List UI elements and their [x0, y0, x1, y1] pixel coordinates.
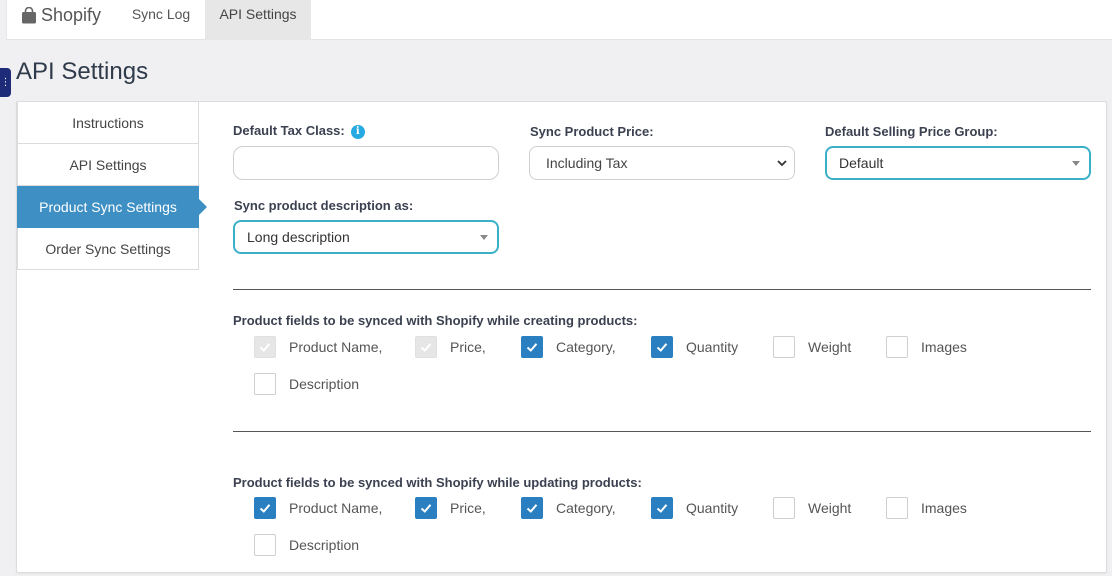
top-navbar: Shopify Sync Log API Settings: [6, 0, 1112, 40]
checkbox-row[interactable]: Price,: [415, 497, 486, 519]
check-icon: [420, 343, 432, 352]
checkbox-row[interactable]: Category,: [521, 336, 616, 358]
check-icon: [259, 504, 271, 513]
sidebar-toggle-button[interactable]: ⋮: [0, 68, 11, 97]
menu-icon: ⋮: [0, 77, 11, 88]
checkbox[interactable]: [651, 497, 673, 519]
brand-label: Shopify: [41, 4, 102, 25]
check-icon: [526, 504, 538, 513]
checkbox-label: Price,: [450, 500, 486, 516]
checkbox-label: Product Name,: [289, 500, 383, 516]
checkbox[interactable]: [254, 373, 276, 395]
checkbox-label: Description: [289, 537, 360, 553]
tax-class-label: Default Tax Class:: [233, 123, 345, 138]
checkbox[interactable]: [521, 497, 543, 519]
vtab-instructions[interactable]: Instructions: [17, 102, 199, 144]
checkbox-row[interactable]: Description: [254, 534, 359, 556]
description-value: Long description: [247, 229, 350, 245]
tab-api-settings[interactable]: API Settings: [205, 0, 311, 40]
checkbox: [415, 336, 437, 358]
check-icon: [259, 343, 271, 352]
checkbox-label: Quantity: [686, 500, 739, 516]
checkbox-row[interactable]: Quantity: [651, 336, 738, 358]
checkbox-row[interactable]: Quantity: [651, 497, 738, 519]
caret-down-icon: [1072, 161, 1080, 166]
checkbox[interactable]: [773, 336, 795, 358]
shopping-bag-icon: [22, 6, 36, 23]
settings-card: Instructions API Settings Product Sync S…: [16, 101, 1107, 573]
checkbox-label: Description: [289, 376, 360, 392]
sync-price-label: Sync Product Price:: [530, 124, 654, 139]
info-icon[interactable]: i: [350, 125, 365, 139]
checkbox-label: Product Name,: [289, 339, 383, 355]
vtab-product-sync-settings[interactable]: Product Sync Settings: [17, 186, 207, 228]
update-fields-heading: Product fields to be synced with Shopify…: [233, 475, 642, 490]
brand[interactable]: Shopify: [21, 0, 101, 30]
checkbox: [254, 336, 276, 358]
checkbox-label: Category,: [556, 500, 616, 516]
checkbox[interactable]: [773, 497, 795, 519]
check-icon: [420, 504, 432, 513]
tax-class-input[interactable]: [233, 146, 499, 180]
vtab-order-sync-settings[interactable]: Order Sync Settings: [17, 228, 199, 270]
checkbox-row[interactable]: Images: [886, 497, 967, 519]
checkbox-label: Images: [921, 339, 967, 355]
checkbox[interactable]: [651, 336, 673, 358]
price-group-label: Default Selling Price Group:: [825, 124, 998, 139]
check-icon: [656, 343, 668, 352]
vertical-tabs: Instructions API Settings Product Sync S…: [17, 102, 207, 270]
checkbox[interactable]: [886, 497, 908, 519]
check-icon: [656, 504, 668, 513]
checkbox-row[interactable]: Weight: [773, 336, 851, 358]
price-group-select[interactable]: Default: [825, 146, 1091, 180]
checkbox-label: Quantity: [686, 339, 739, 355]
checkbox-row[interactable]: Price,: [415, 336, 486, 358]
caret-down-icon: [480, 235, 488, 240]
checkbox-row[interactable]: Category,: [521, 497, 616, 519]
checkbox[interactable]: [254, 534, 276, 556]
checkbox-row[interactable]: Product Name,: [254, 336, 382, 358]
checkbox-row[interactable]: Weight: [773, 497, 851, 519]
sync-price-value: Including Tax: [546, 155, 628, 171]
checkbox-label: Images: [921, 500, 967, 516]
checkbox-row[interactable]: Description: [254, 373, 359, 395]
checkbox[interactable]: [521, 336, 543, 358]
checkbox[interactable]: [886, 336, 908, 358]
tab-sync-log[interactable]: Sync Log: [122, 0, 200, 40]
checkbox-label: Category,: [556, 339, 616, 355]
vtab-api-settings[interactable]: API Settings: [17, 144, 199, 186]
price-group-value: Default: [839, 155, 884, 171]
sync-price-select[interactable]: Including Tax: [529, 146, 795, 180]
description-label: Sync product description as:: [234, 198, 414, 213]
chevron-down-icon: [777, 160, 787, 167]
tax-class-label-row: Default Tax Class: i: [233, 123, 365, 139]
checkbox-label: Weight: [808, 500, 852, 516]
checkbox-label: Weight: [808, 339, 852, 355]
checkbox[interactable]: [415, 497, 437, 519]
description-select[interactable]: Long description: [233, 220, 499, 254]
checkbox-row[interactable]: Images: [886, 336, 967, 358]
divider: [233, 431, 1091, 432]
create-fields-heading: Product fields to be synced with Shopify…: [233, 313, 638, 328]
checkbox-row[interactable]: Product Name,: [254, 497, 382, 519]
check-icon: [526, 343, 538, 352]
page-title: API Settings: [16, 58, 149, 85]
checkbox[interactable]: [254, 497, 276, 519]
checkbox-label: Price,: [450, 339, 486, 355]
divider: [233, 289, 1091, 290]
